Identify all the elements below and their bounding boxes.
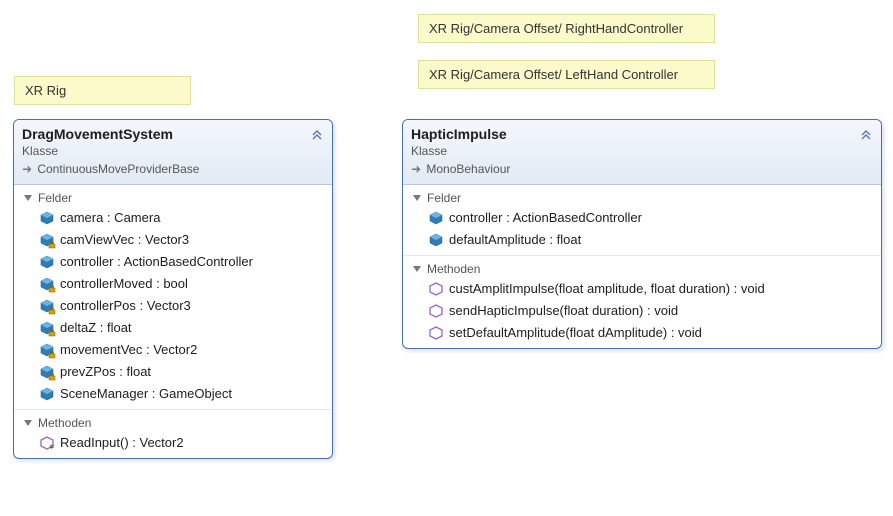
- field-icon: [429, 233, 443, 247]
- field-label: controllerPos : Vector3: [60, 297, 191, 315]
- class-hapticimpulse[interactable]: HapticImpulse Klasse ➜ MonoBehaviour Fel…: [402, 119, 882, 349]
- note-text: XR Rig/Camera Offset/ RightHandControlle…: [429, 21, 683, 36]
- method-icon: [429, 326, 443, 340]
- field-icon: [40, 365, 54, 379]
- field-icon: [429, 211, 443, 225]
- inherit-arrow-icon: ➜: [22, 162, 32, 176]
- section-toggle-methods[interactable]: Methoden: [18, 414, 328, 432]
- method-label: ReadInput() : Vector2: [60, 434, 184, 452]
- class-title: HapticImpulse: [411, 126, 873, 142]
- class-dragmovementsystem[interactable]: DragMovementSystem Klasse ➜ ContinuousMo…: [13, 119, 333, 459]
- method-icon: [429, 304, 443, 318]
- method-label: sendHapticImpulse(float duration) : void: [449, 302, 678, 320]
- collapse-button[interactable]: [310, 126, 324, 143]
- method-item[interactable]: sendHapticImpulse(float duration) : void: [407, 300, 877, 322]
- field-item[interactable]: controllerPos : Vector3: [18, 295, 328, 317]
- note-text: XR Rig/Camera Offset/ LeftHand Controlle…: [429, 67, 678, 82]
- field-label: prevZPos : float: [60, 363, 151, 381]
- field-label: camViewVec : Vector3: [60, 231, 189, 249]
- field-item[interactable]: controllerMoved : bool: [18, 273, 328, 295]
- fields-section: Felder controller : ActionBasedControlle…: [403, 185, 881, 255]
- field-item[interactable]: prevZPos : float: [18, 361, 328, 383]
- field-label: controller : ActionBasedController: [60, 253, 253, 271]
- section-toggle-fields[interactable]: Felder: [18, 189, 328, 207]
- field-item[interactable]: controller : ActionBasedController: [407, 207, 877, 229]
- field-label: SceneManager : GameObject: [60, 385, 232, 403]
- field-item[interactable]: controller : ActionBasedController: [18, 251, 328, 273]
- field-icon: [40, 321, 54, 335]
- class-title: DragMovementSystem: [22, 126, 324, 142]
- class-header: DragMovementSystem Klasse ➜ ContinuousMo…: [14, 120, 332, 185]
- class-base: ➜ ContinuousMoveProviderBase: [22, 162, 324, 176]
- method-icon: ✶: [40, 436, 54, 450]
- field-icon: [40, 277, 54, 291]
- inherit-arrow-icon: ➜: [411, 162, 421, 176]
- method-icon: [429, 282, 443, 296]
- method-item[interactable]: setDefaultAmplitude(float dAmplitude) : …: [407, 322, 877, 344]
- field-item[interactable]: camera : Camera: [18, 207, 328, 229]
- class-stereotype: Klasse: [22, 144, 324, 158]
- field-icon: [40, 233, 54, 247]
- field-label: movementVec : Vector2: [60, 341, 197, 359]
- class-stereotype: Klasse: [411, 144, 873, 158]
- section-toggle-fields[interactable]: Felder: [407, 189, 877, 207]
- section-title-text: Felder: [38, 191, 72, 205]
- field-label: controller : ActionBasedController: [449, 209, 642, 227]
- class-base-name: MonoBehaviour: [426, 162, 510, 176]
- field-item[interactable]: defaultAmplitude : float: [407, 229, 877, 251]
- triangle-down-icon: [24, 195, 32, 201]
- class-base-name: ContinuousMoveProviderBase: [37, 162, 199, 176]
- section-toggle-methods[interactable]: Methoden: [407, 260, 877, 278]
- section-title-text: Methoden: [38, 416, 91, 430]
- field-icon: [40, 211, 54, 225]
- field-label: controllerMoved : bool: [60, 275, 188, 293]
- field-icon: [40, 255, 54, 269]
- class-header: HapticImpulse Klasse ➜ MonoBehaviour: [403, 120, 881, 185]
- field-item[interactable]: deltaZ : float: [18, 317, 328, 339]
- method-item[interactable]: custAmplitImpulse(float amplitude, float…: [407, 278, 877, 300]
- note-xr-rig: XR Rig: [14, 76, 191, 105]
- field-item[interactable]: camViewVec : Vector3: [18, 229, 328, 251]
- note-right-hand: XR Rig/Camera Offset/ RightHandControlle…: [418, 14, 715, 43]
- triangle-down-icon: [413, 195, 421, 201]
- methods-section: Methoden custAmplitImpulse(float amplitu…: [403, 255, 881, 348]
- method-label: custAmplitImpulse(float amplitude, float…: [449, 280, 765, 298]
- field-item[interactable]: SceneManager : GameObject: [18, 383, 328, 405]
- field-label: camera : Camera: [60, 209, 160, 227]
- field-label: defaultAmplitude : float: [449, 231, 581, 249]
- field-item[interactable]: movementVec : Vector2: [18, 339, 328, 361]
- note-left-hand: XR Rig/Camera Offset/ LeftHand Controlle…: [418, 60, 715, 89]
- field-icon: [40, 387, 54, 401]
- class-base: ➜ MonoBehaviour: [411, 162, 873, 176]
- field-icon: [40, 299, 54, 313]
- collapse-button[interactable]: [859, 126, 873, 143]
- field-icon: [40, 343, 54, 357]
- fields-section: Felder camera : Camera camViewVec : Vecto…: [14, 185, 332, 409]
- method-item[interactable]: ✶ ReadInput() : Vector2: [18, 432, 328, 454]
- section-title-text: Methoden: [427, 262, 480, 276]
- section-title-text: Felder: [427, 191, 461, 205]
- methods-section: Methoden ✶ ReadInput() : Vector2: [14, 409, 332, 458]
- note-text: XR Rig: [25, 83, 66, 98]
- method-label: setDefaultAmplitude(float dAmplitude) : …: [449, 324, 702, 342]
- field-label: deltaZ : float: [60, 319, 132, 337]
- triangle-down-icon: [413, 266, 421, 272]
- triangle-down-icon: [24, 420, 32, 426]
